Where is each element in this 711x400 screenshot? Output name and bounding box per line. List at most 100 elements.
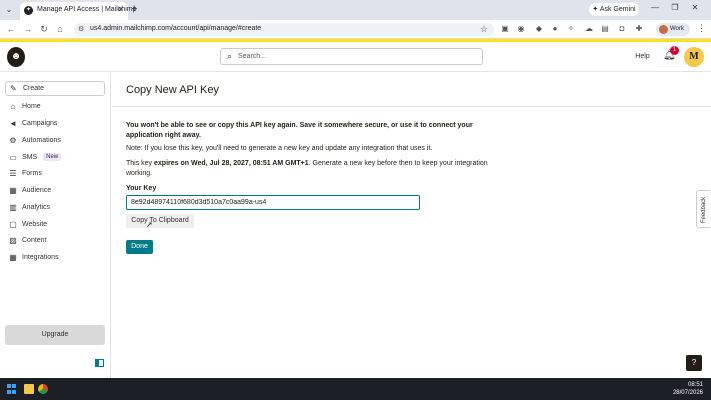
extension-icon[interactable]: ▤: [600, 24, 610, 34]
browser-toolbar: ← → ↻ ⌂ ⚙ us4.admin.mailchimp.com/accoun…: [0, 20, 711, 39]
website-icon: ▢: [9, 220, 17, 229]
mouse-cursor-icon: ➚: [146, 220, 153, 229]
mailchimp-favicon-icon: ✦: [24, 6, 33, 15]
copy-to-clipboard-button[interactable]: Copy To Clipboard: [126, 214, 194, 228]
sidebar-item-label: Analytics: [22, 204, 51, 211]
sidebar-item-forms[interactable]: ☰ Forms: [8, 168, 42, 180]
tab-close-icon[interactable]: ✕: [117, 5, 124, 14]
sms-icon: ▭: [9, 153, 17, 162]
feedback-tab[interactable]: Feedback: [696, 190, 710, 228]
forms-icon: ☰: [9, 169, 17, 178]
sidebar-item-label: Website: [22, 221, 48, 228]
restore-icon[interactable]: ❐: [665, 3, 685, 12]
divider: [112, 106, 711, 107]
home-nav-icon[interactable]: ⌂: [54, 24, 66, 34]
os-taskbar: 08:51 28/07/2026: [0, 378, 711, 400]
expiry-prefix: This key: [126, 160, 155, 167]
reload-icon[interactable]: ↻: [38, 24, 50, 35]
sidebar-item-sms[interactable]: ▭ SMS New: [8, 152, 62, 164]
app-header: ☻ ⌕ Search... Help 🔔︎ 1 M: [0, 42, 711, 72]
clock[interactable]: 08:51 28/07/2026: [673, 381, 703, 397]
extension-icon[interactable]: ✧: [566, 24, 576, 34]
sidebar-item-content[interactable]: ▨ Content: [8, 235, 47, 247]
create-button[interactable]: ✎ Create: [5, 81, 105, 96]
integrations-icon: ▦: [9, 253, 17, 262]
collapse-sidebar-icon[interactable]: [95, 359, 104, 367]
tab-list-dropdown-icon[interactable]: ⌄: [4, 5, 14, 15]
back-icon[interactable]: ←: [5, 24, 17, 34]
extension-icon[interactable]: ◆: [534, 24, 544, 34]
site-info-icon[interactable]: ⚙: [78, 25, 84, 33]
new-badge: New: [43, 153, 62, 161]
page-title: Copy New API Key: [126, 84, 219, 96]
sidebar-item-campaigns[interactable]: ◄ Campaigns: [8, 118, 57, 130]
search-placeholder: Search...: [238, 53, 267, 60]
minimize-icon[interactable]: —: [645, 3, 665, 12]
pencil-icon: ✎: [10, 84, 17, 93]
clock-time: 08:51: [687, 382, 703, 388]
chrome-icon[interactable]: [38, 384, 48, 394]
profile-avatar: [659, 25, 668, 34]
automation-icon: ⚙: [9, 136, 17, 145]
warning-text: You won't be able to see or copy this AP…: [126, 122, 473, 139]
extension-icon[interactable]: ●: [550, 24, 560, 34]
new-tab-icon[interactable]: +: [131, 3, 137, 15]
window-controls: — ❐ ✕: [645, 3, 705, 12]
profile-chip[interactable]: Work: [656, 23, 690, 36]
key-label: Your Key: [126, 185, 157, 192]
sidebar-item-label: SMS: [22, 154, 38, 161]
cloud-icon[interactable]: ☁: [584, 24, 594, 34]
sidebar-item-audience[interactable]: ▦ Audience: [8, 185, 51, 197]
sidebar-item-label: Campaigns: [22, 120, 58, 127]
search-icon: ⌕: [227, 51, 233, 61]
clock-date: 28/07/2026: [672, 390, 703, 396]
ask-gemini-label: Ask Gemini: [599, 6, 636, 13]
help-button[interactable]: Help: [627, 48, 658, 65]
audience-icon: ▦: [9, 186, 17, 195]
windows-start-icon[interactable]: [7, 384, 17, 394]
extension-icon[interactable]: ◉: [516, 24, 526, 34]
upgrade-button[interactable]: Upgrade: [5, 325, 105, 345]
create-label: Create: [23, 85, 45, 92]
feedback-label: Feedback: [701, 196, 707, 224]
sidebar-item-label: Audience: [22, 187, 52, 194]
url-text: us4.admin.mailchimp.com/account/api/mana…: [90, 25, 262, 32]
close-window-icon[interactable]: ✕: [685, 3, 705, 12]
sidebar-item-label: Forms: [22, 170, 42, 177]
help-chat-button[interactable]: ?: [686, 355, 702, 371]
sidebar-item-label: Automations: [22, 137, 61, 144]
sidebar-item-label: Content: [22, 237, 47, 244]
extension-icon[interactable]: ▣: [500, 24, 510, 34]
content-icon: ▨: [9, 236, 17, 245]
notification-badge: 1: [670, 46, 679, 55]
camera-icon[interactable]: ◘: [617, 24, 627, 34]
bookmark-star-icon[interactable]: ☆: [480, 24, 488, 35]
sidebar-item-integrations[interactable]: ▦ Integrations: [8, 252, 58, 264]
browser-tab-strip: ⌄ ✦ Manage API Access | Mailchimp ✕ + ✦ …: [0, 0, 711, 20]
home-icon: ⌂: [10, 102, 16, 111]
file-explorer-icon[interactable]: [24, 384, 34, 394]
address-bar[interactable]: ⚙ us4.admin.mailchimp.com/account/api/ma…: [74, 23, 494, 36]
sidebar: ✎ Create ⌂ Home ◄ Campaigns ⚙ Automations ▭…: [0, 73, 111, 378]
sidebar-item-label: Home: [22, 103, 41, 110]
note-text: Note: If you lose this key, you'll need …: [126, 145, 433, 152]
profile-label: Work: [670, 26, 684, 32]
sidebar-item-automations[interactable]: ⚙ Automations: [8, 135, 61, 147]
browser-menu-icon[interactable]: ⋮: [697, 23, 706, 34]
sidebar-item-home[interactable]: ⌂ Home: [8, 101, 41, 113]
done-button[interactable]: Done: [126, 240, 153, 254]
avatar[interactable]: M: [684, 47, 704, 67]
mailchimp-logo-icon[interactable]: ☻: [7, 47, 25, 67]
api-key-field[interactable]: [126, 195, 420, 210]
puzzle-icon[interactable]: ✚: [634, 24, 644, 34]
expiry-date: expires on Wed, Jul 28, 2027, 08:51 AM G…: [154, 160, 309, 167]
expiry-text: This key expires on Wed, Jul 28, 2027, 0…: [126, 159, 496, 179]
sidebar-item-analytics[interactable]: ▥ Analytics: [8, 202, 50, 214]
analytics-icon: ▥: [9, 203, 17, 212]
browser-tab[interactable]: ✦ Manage API Access | Mailchimp ✕: [20, 2, 136, 20]
search-input[interactable]: ⌕ Search...: [220, 48, 483, 65]
ask-gemini-button[interactable]: ✦ Ask Gemini: [589, 3, 639, 16]
main-content: Copy New API Key You won't be able to se…: [112, 73, 711, 378]
sidebar-item-website[interactable]: ▢ Website: [8, 219, 47, 231]
forward-icon[interactable]: →: [22, 24, 34, 34]
